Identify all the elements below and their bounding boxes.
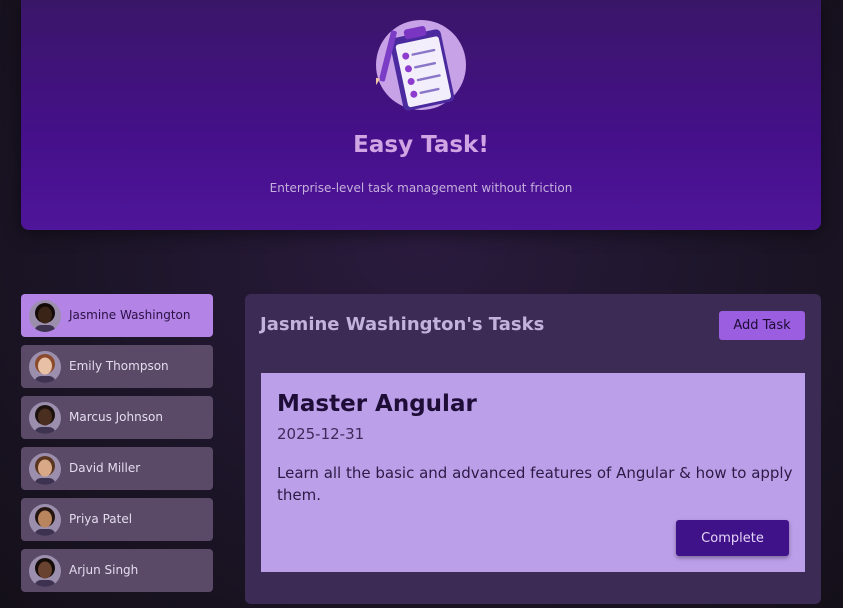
user-name: Emily Thompson [69,359,169,373]
avatar [29,402,61,434]
user-item[interactable]: Priya Patel [21,498,213,541]
avatar [29,453,61,485]
add-task-button[interactable]: Add Task [719,311,805,340]
user-name: Arjun Singh [69,563,139,577]
user-list: Jasmine Washington Emily Thompson Marcus J… [21,294,213,600]
tasks-title: Jasmine Washington's Tasks [260,314,545,335]
app-subtitle: Enterprise-level task management without… [269,181,573,195]
task-due-date: 2025-12-31 [277,425,365,443]
app-title: Easy Task! [353,132,489,158]
complete-task-button[interactable]: Complete [676,520,789,556]
user-item[interactable]: David Miller [21,447,213,490]
task-card: Master Angular 2025-12-31 Learn all the … [261,373,805,572]
task-description: Learn all the basic and advanced feature… [277,464,793,504]
avatar [29,555,61,587]
user-item[interactable]: Emily Thompson [21,345,213,388]
tasks-panel: Jasmine Washington's Tasks Add Task Mast… [245,294,821,604]
task-title: Master Angular [277,391,477,417]
user-name: Priya Patel [69,512,133,526]
user-item[interactable]: Marcus Johnson [21,396,213,439]
user-name: Jasmine Washington [69,308,191,322]
app-header: Easy Task! Enterprise-level task managem… [21,0,821,230]
clipboard-checklist-icon [374,18,468,116]
user-name: David Miller [69,461,141,475]
avatar [29,351,61,383]
avatar [29,504,61,536]
user-name: Marcus Johnson [69,410,163,424]
user-item[interactable]: Jasmine Washington [21,294,213,337]
user-item[interactable]: Arjun Singh [21,549,213,592]
avatar [29,300,61,332]
